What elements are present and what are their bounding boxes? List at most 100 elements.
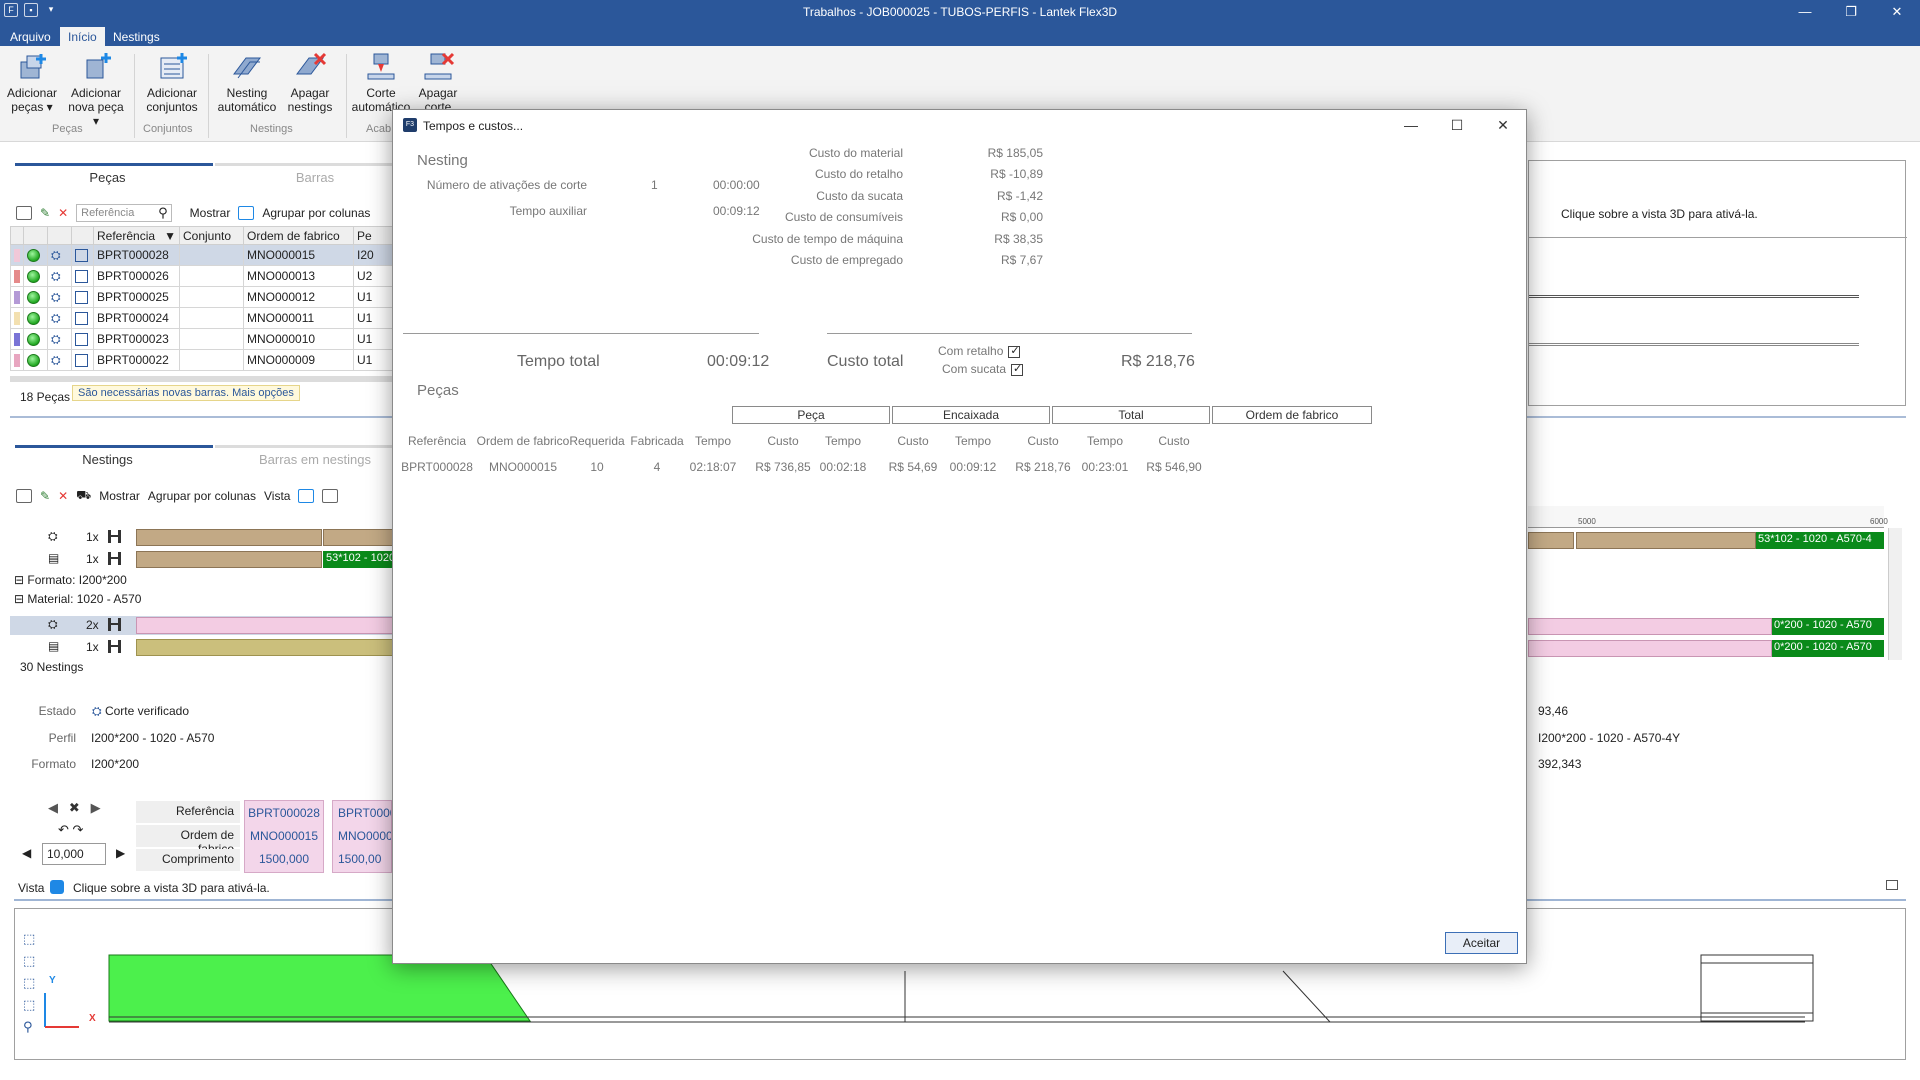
group-icon[interactable] xyxy=(238,206,255,220)
tab-nestings-list[interactable]: Nestings xyxy=(10,452,205,467)
more-options-link[interactable]: Mais opções xyxy=(232,387,294,399)
delete-icon[interactable]: ✕ xyxy=(58,206,68,220)
restore-button[interactable]: ❐ xyxy=(1828,0,1874,24)
delete-cut-button[interactable]: Apagar corte xyxy=(408,52,468,114)
edit-icon[interactable]: ✎ xyxy=(40,489,50,503)
add-pieces-button[interactable]: Adicionar peças ▾ xyxy=(2,52,62,114)
show-button[interactable]: Mostrar xyxy=(99,489,140,503)
group-by-columns-button[interactable]: Agrupar por colunas xyxy=(148,489,256,503)
add-pieces-label2: peças ▾ xyxy=(11,100,53,114)
with-scrap-checkbox[interactable]: Com sucata xyxy=(942,362,1024,376)
add-new-piece-button[interactable]: Adicionar nova peça ▾ xyxy=(66,52,126,128)
table-row[interactable]: ⛭ BPRT000024 MNO000011 U1 xyxy=(10,307,400,329)
left-arrow-icon[interactable]: ◀ xyxy=(22,846,31,860)
top-view-hint: Clique sobre a vista 3D para ativá-la. xyxy=(1561,207,1758,221)
group-label-conjuntos: Conjuntos xyxy=(143,123,193,135)
with-remnant-checkbox[interactable]: Com retalho xyxy=(938,344,1021,358)
edit-icon[interactable]: ✎ xyxy=(40,206,50,220)
column-header[interactable]: Referência xyxy=(387,434,487,448)
cost-label: Custo de tempo de máquina xyxy=(752,231,903,246)
dialog-close-button[interactable]: ✕ xyxy=(1480,110,1526,140)
tab-pecas[interactable]: Peças xyxy=(10,170,205,185)
tab-nestings[interactable]: Nestings xyxy=(105,27,168,46)
profile-icon xyxy=(71,286,94,308)
redo-icon[interactable]: ↷ xyxy=(73,822,84,837)
group-label-pecas: Peças xyxy=(52,123,83,135)
auto-cut-button[interactable]: Corte automático xyxy=(351,52,411,114)
menu-bar: Arquivo Início Nestings xyxy=(0,24,1920,46)
close-button[interactable]: ✕ xyxy=(1874,0,1920,24)
nesting-row[interactable]: ▤ 1x 53*102 - 1020 xyxy=(10,550,400,569)
view-grid-icon[interactable] xyxy=(298,489,315,503)
minimize-button[interactable]: — xyxy=(1782,0,1828,24)
nesting-row[interactable]: ⛭ 1x xyxy=(10,528,400,547)
table-row[interactable]: ⛭ BPRT000026 MNO000013 U2 xyxy=(10,265,400,287)
material-group[interactable]: ⊟ Material: 1020 - A570 xyxy=(14,592,141,606)
previous-icon[interactable]: ◀ xyxy=(48,800,58,815)
column-header[interactable]: Custo xyxy=(1124,434,1224,448)
auto-nesting-label: Nesting xyxy=(226,86,268,100)
auto-nesting-button[interactable]: Nesting automático xyxy=(217,52,277,114)
dialog-maximize-button[interactable]: ☐ xyxy=(1434,110,1480,140)
show-button[interactable]: Mostrar xyxy=(190,206,231,220)
group-by-columns-button[interactable]: Agrupar por colunas xyxy=(262,206,370,220)
table-row[interactable]: ⛭ BPRT000028 MNO000015 I20 xyxy=(10,244,400,266)
tab-arquivo[interactable]: Arquivo xyxy=(2,27,59,46)
table-row[interactable]: ⛭ BPRT000022 MNO000009 U1 xyxy=(10,349,400,371)
col-ordem[interactable]: Ordem de fabrico xyxy=(243,226,354,245)
total-time-value: 00:09:12 xyxy=(707,353,770,370)
remove-icon[interactable]: ✖ xyxy=(69,800,80,815)
profile-icon xyxy=(71,349,94,371)
table-row[interactable]: ⛭ BPRT000025 MNO000012 U1 xyxy=(10,286,400,308)
undo-icon[interactable]: ↶ xyxy=(58,822,69,837)
collapse-icon[interactable] xyxy=(1886,880,1898,890)
length-row-label: Comprimento xyxy=(136,849,240,871)
pieces-scrollbar[interactable] xyxy=(10,376,400,382)
delete-nestings-button[interactable]: Apagar nestings xyxy=(280,52,340,114)
search-input[interactable]: Referência xyxy=(76,204,173,222)
accept-button[interactable]: Aceitar xyxy=(1445,932,1518,954)
tab-barras-em-nestings-indicator xyxy=(215,445,405,448)
cost-label: Custo de consumíveis xyxy=(784,210,903,225)
delete-icon[interactable]: ✕ xyxy=(58,489,68,503)
profile-icon xyxy=(71,244,94,266)
nesting-qty: 1x xyxy=(86,552,99,566)
bar-piece-cell[interactable]: BPRT0000 MNO0000 1500,00 xyxy=(332,800,392,873)
list-icon: ▤ xyxy=(48,639,60,653)
vertical-scrollbar[interactable] xyxy=(1888,528,1902,660)
table-row[interactable]: ⛭ BPRT000023 MNO000010 U1 xyxy=(10,328,400,350)
profile-i-icon xyxy=(108,552,121,565)
right-arrow-icon[interactable]: ▶ xyxy=(116,846,125,860)
col-type xyxy=(71,226,94,245)
col-referencia[interactable]: Referência ▼ xyxy=(93,226,180,245)
nesting-row-selected[interactable]: ⛭ 2x xyxy=(10,616,400,635)
pieces-table: Referência ▼ Conjunto Ordem de fabrico P… xyxy=(10,226,400,371)
add-assemblies-label2: conjuntos xyxy=(146,100,198,114)
select-all-icon[interactable] xyxy=(16,489,32,503)
machine-icon: ⛭ xyxy=(47,244,72,266)
machine-icon: ⛭ xyxy=(47,265,72,287)
add-assemblies-button[interactable]: Adicionar conjuntos xyxy=(142,52,202,114)
status-icon xyxy=(23,307,48,329)
tab-barras-em-nestings[interactable]: Barras em nestings xyxy=(215,452,415,467)
right-value: 392,343 xyxy=(1538,757,1582,771)
vehicle-icon[interactable]: ⛟ xyxy=(76,488,91,504)
perfil-value: I200*200 - 1020 - A570 xyxy=(91,731,215,745)
estado-value: ⛭ Corte verificado xyxy=(92,704,189,718)
checkbox-checked-icon xyxy=(1008,344,1021,358)
tab-barras[interactable]: Barras xyxy=(215,170,415,185)
cell-ordem: MNO000012 xyxy=(243,286,354,308)
col-conjunto[interactable]: Conjunto xyxy=(179,226,244,245)
nesting-row[interactable]: ▤ 1x xyxy=(10,638,400,657)
view-label: Vista xyxy=(263,489,291,503)
right-preview-panel[interactable]: Clique sobre a vista 3D para ativá-la. xyxy=(1528,160,1907,406)
tab-inicio[interactable]: Início xyxy=(60,27,105,46)
dialog-minimize-button[interactable]: — xyxy=(1388,110,1434,140)
select-all-icon[interactable] xyxy=(16,206,32,220)
next-icon[interactable]: ▶ xyxy=(91,800,101,815)
bar-piece-cell[interactable]: BPRT000028 MNO000015 1500,000 xyxy=(244,800,324,873)
step-input[interactable]: 10,000 xyxy=(42,843,106,865)
perfil-label: Perfil xyxy=(48,731,76,745)
format-group[interactable]: ⊟ Formato: I200*200 xyxy=(14,573,127,587)
view-list-icon[interactable] xyxy=(322,489,339,503)
